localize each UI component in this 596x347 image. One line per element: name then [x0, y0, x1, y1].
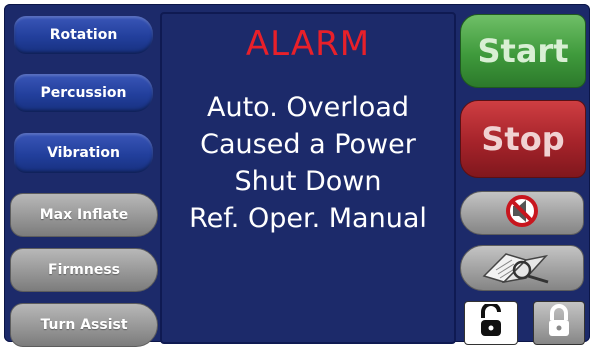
alarm-title: ALARM — [245, 24, 371, 64]
vibration-button[interactable]: Vibration — [14, 133, 153, 173]
unlocked-padlock-icon — [479, 302, 503, 342]
percussion-button[interactable]: Percussion — [14, 74, 153, 112]
alarm-silence-icon — [500, 193, 544, 233]
firmness-label: Firmness — [48, 262, 120, 278]
vibration-label: Vibration — [47, 145, 120, 161]
turn-assist-label: Turn Assist — [40, 317, 128, 333]
manual-magnifier-icon — [476, 246, 568, 290]
stop-label: Stop — [481, 120, 565, 158]
max-inflate-button[interactable]: Max Inflate — [10, 193, 158, 237]
lock-button[interactable] — [533, 301, 585, 345]
percussion-label: Percussion — [40, 85, 127, 101]
alarm-message-line: Ref. Oper. Manual — [189, 203, 427, 234]
manual-button[interactable] — [460, 245, 584, 291]
alarm-silence-button[interactable] — [460, 191, 584, 235]
alarm-message-line: Shut Down — [234, 166, 382, 197]
alarm-message-line: Auto. Overload — [206, 92, 410, 123]
firmness-button[interactable]: Firmness — [10, 248, 158, 292]
rotation-button[interactable]: Rotation — [14, 16, 153, 54]
locked-padlock-icon — [547, 304, 571, 342]
alarm-display: ALARM Auto. Overload Caused a Power Shut… — [160, 12, 456, 344]
max-inflate-label: Max Inflate — [39, 207, 129, 223]
unlock-button[interactable] — [464, 301, 518, 345]
alarm-message-line: Caused a Power — [200, 129, 416, 160]
start-button[interactable]: Start — [460, 14, 586, 88]
turn-assist-button[interactable]: Turn Assist — [10, 303, 158, 347]
rotation-label: Rotation — [49, 27, 118, 43]
stop-button[interactable]: Stop — [460, 100, 586, 178]
start-label: Start — [477, 32, 569, 70]
